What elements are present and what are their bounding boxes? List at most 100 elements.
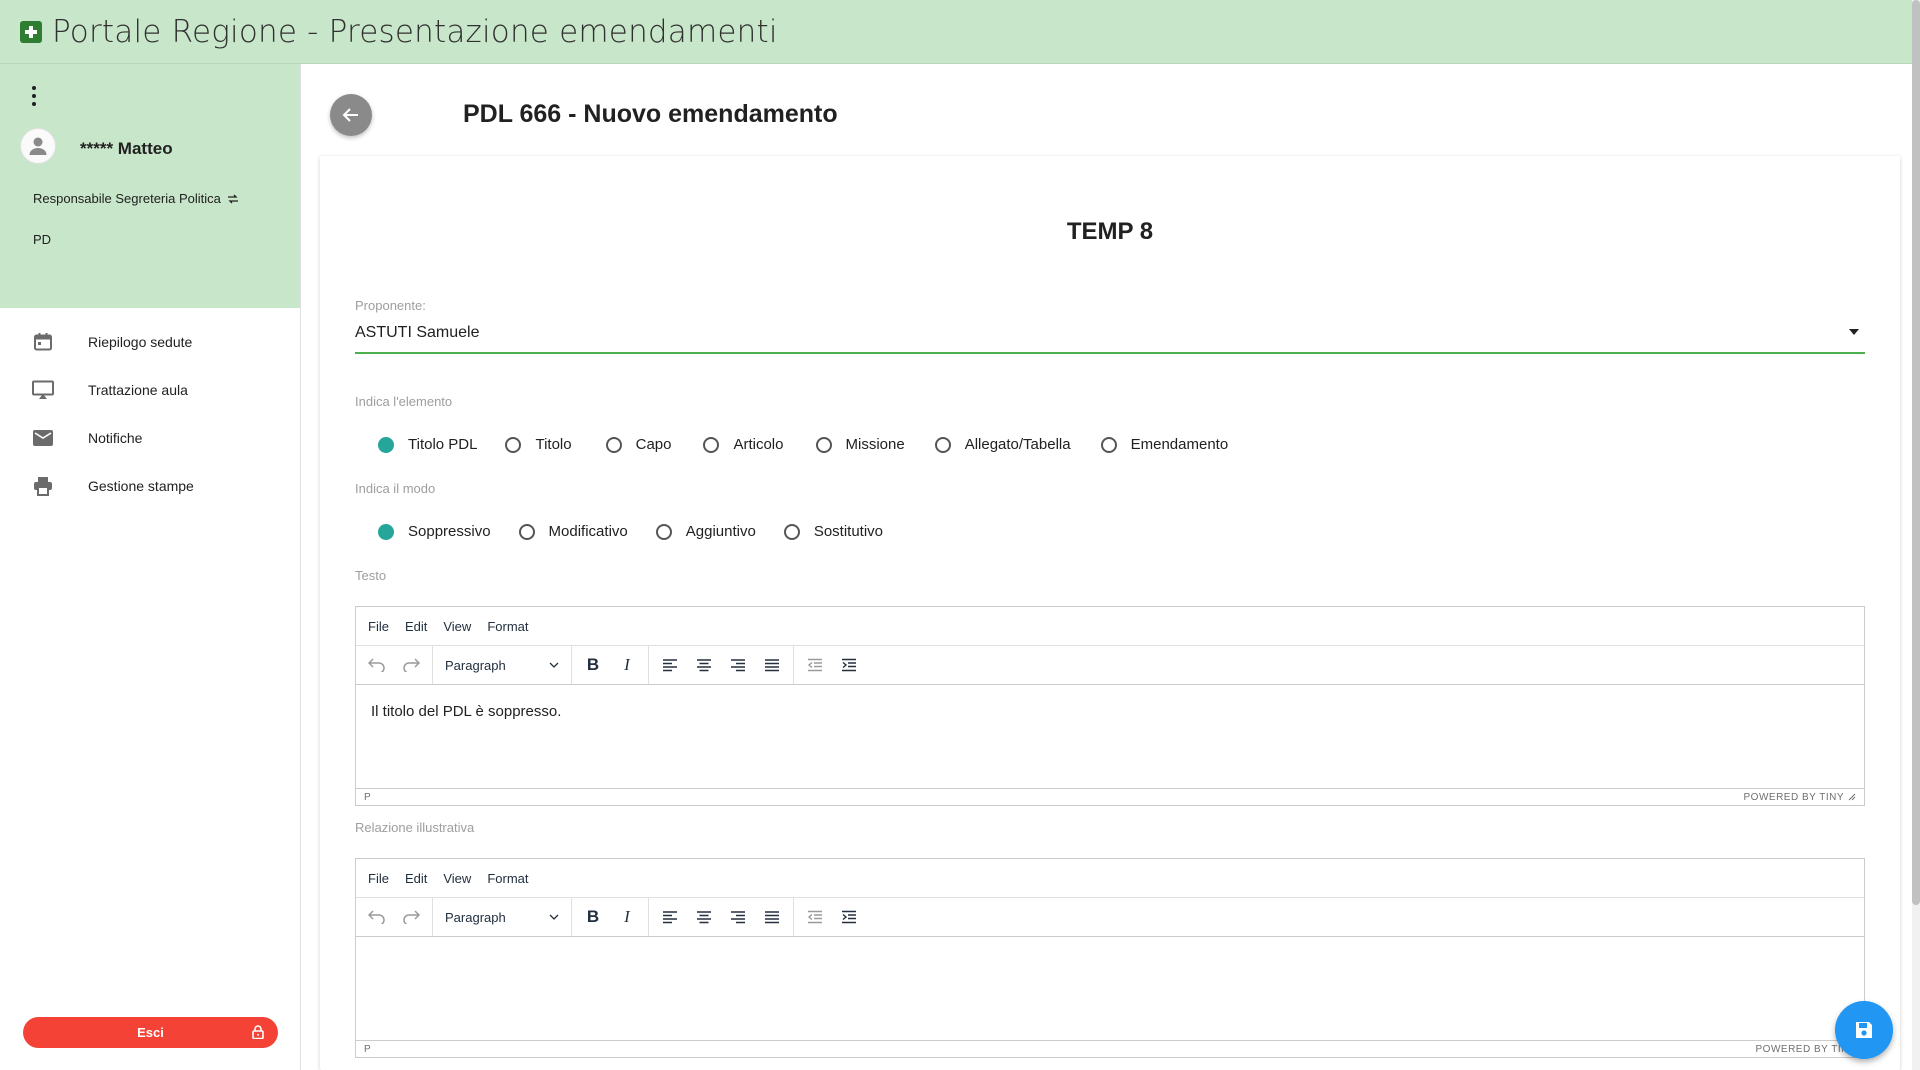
element-path[interactable]: P [364,1044,371,1055]
radio-checked-icon [378,523,394,540]
sidebar-nav: Riepilogo sedute Trattazione aula Notifi… [0,318,300,510]
align-right-icon [731,911,745,924]
align-center-button[interactable] [687,902,721,932]
role-switcher[interactable]: Responsabile Segreteria Politica [33,191,239,206]
radio-checked-icon [378,436,394,453]
save-button[interactable] [1835,1001,1893,1059]
radio-label: Soppressivo [408,523,491,540]
modo-radio-group: Soppressivo Modificativo Aggiuntivo Sost… [378,523,883,540]
resize-handle-icon[interactable] [1848,793,1856,801]
indent-button[interactable] [832,650,866,680]
align-left-button[interactable] [653,902,687,932]
align-right-button[interactable] [721,650,755,680]
block-format-group: Paragraph [433,898,572,936]
align-right-button[interactable] [721,902,755,932]
block-format-select[interactable]: Paragraph [437,902,567,932]
align-center-icon [697,659,711,672]
logout-button[interactable]: Esci [23,1017,278,1048]
alignment-group [649,898,794,936]
app-header: Portale Regione - Presentazione emendame… [0,0,1920,64]
menu-file[interactable]: File [362,871,395,886]
sidebar-item-label: Gestione stampe [88,478,194,494]
menu-view[interactable]: View [437,871,477,886]
menu-file[interactable]: File [362,619,395,634]
back-button[interactable] [330,94,372,136]
italic-icon: I [624,655,630,674]
proponente-select[interactable]: ASTUTI Samuele [355,316,1865,354]
undo-icon [368,910,385,924]
align-right-icon [731,659,745,672]
bold-button[interactable]: B [576,650,610,680]
editor-menubar: File Edit View Format [356,859,1864,898]
menu-view[interactable]: View [437,619,477,634]
amendment-heading: TEMP 8 [1066,218,1154,245]
radio-unchecked-icon [934,436,951,453]
testo-label: Testo [355,568,387,583]
radio-emendamento[interactable]: Emendamento [1100,436,1229,453]
redo-button[interactable] [394,650,428,680]
italic-button[interactable]: I [610,902,644,932]
scrollbar-thumb[interactable] [1912,0,1920,905]
radio-capo[interactable]: Capo [605,436,672,453]
radio-label: Aggiuntivo [685,523,756,540]
align-justify-button[interactable] [755,902,789,932]
proponente-value: ASTUTI Samuele [355,324,480,341]
outdent-button[interactable] [798,902,832,932]
radio-titolo-pdl[interactable]: Titolo PDL [378,436,477,453]
page-title: PDL 666 - Nuovo emendamento [463,100,838,128]
lock-icon [252,1025,264,1039]
editor-toolbar: Paragraph B I [356,646,1864,685]
radio-soppressivo[interactable]: Soppressivo [378,523,491,540]
radio-titolo[interactable]: Titolo [505,436,572,453]
italic-button[interactable]: I [610,650,644,680]
radio-articolo[interactable]: Articolo [703,436,784,453]
logout-label: Esci [137,1025,164,1040]
radio-label: Capo [635,436,672,453]
elemento-radio-group: Titolo PDL Titolo Capo Articolo Missione… [378,436,1228,453]
radio-unchecked-icon [1100,436,1117,453]
editor-statusbar: P POWERED BY TINY [356,1040,1864,1057]
align-justify-button[interactable] [755,650,789,680]
menu-edit[interactable]: Edit [399,619,433,634]
radio-label: Allegato/Tabella [964,436,1071,453]
align-center-button[interactable] [687,650,721,680]
page-scrollbar[interactable] [1912,0,1920,1070]
radio-label: Titolo PDL [408,436,478,453]
radio-sostitutivo[interactable]: Sostitutivo [783,523,883,540]
sidebar-item-trattazione-aula[interactable]: Trattazione aula [0,366,300,414]
redo-button[interactable] [394,902,428,932]
block-format-select[interactable]: Paragraph [437,650,567,680]
block-format-group: Paragraph [433,646,572,684]
undo-button[interactable] [360,902,394,932]
block-format-value: Paragraph [445,909,506,925]
element-path[interactable]: P [364,792,371,803]
powered-by-link[interactable]: POWERED BY TINY [1744,792,1844,803]
bold-button[interactable]: B [576,902,610,932]
sidebar-item-gestione-stampe[interactable]: Gestione stampe [0,462,300,510]
radio-aggiuntivo[interactable]: Aggiuntivo [655,523,756,540]
sidebar-item-label: Riepilogo sedute [88,334,193,350]
testo-content-area[interactable]: Il titolo del PDL è soppresso. [356,685,1864,788]
menu-edit[interactable]: Edit [399,871,433,886]
modo-label: Indica il modo [355,481,436,496]
radio-missione[interactable]: Missione [815,436,905,453]
radio-label: Emendamento [1130,436,1229,453]
undo-button[interactable] [360,650,394,680]
indent-button[interactable] [832,902,866,932]
relazione-label: Relazione illustrativa [355,820,475,835]
radio-modificativo[interactable]: Modificativo [518,523,628,540]
elemento-label: Indica l'elemento [355,394,453,409]
sidebar-item-riepilogo-sedute[interactable]: Riepilogo sedute [0,318,300,366]
radio-allegato-tabella[interactable]: Allegato/Tabella [934,436,1071,453]
chevron-down-icon [549,914,559,920]
radio-label: Missione [845,436,905,453]
align-left-button[interactable] [653,650,687,680]
history-group [356,646,433,684]
indent-icon [842,658,856,672]
sidebar-item-notifiche[interactable]: Notifiche [0,414,300,462]
menu-format[interactable]: Format [481,871,534,886]
outdent-button[interactable] [798,650,832,680]
menu-format[interactable]: Format [481,619,534,634]
relazione-content-area[interactable] [356,937,1864,1040]
more-vert-icon[interactable] [30,86,38,106]
